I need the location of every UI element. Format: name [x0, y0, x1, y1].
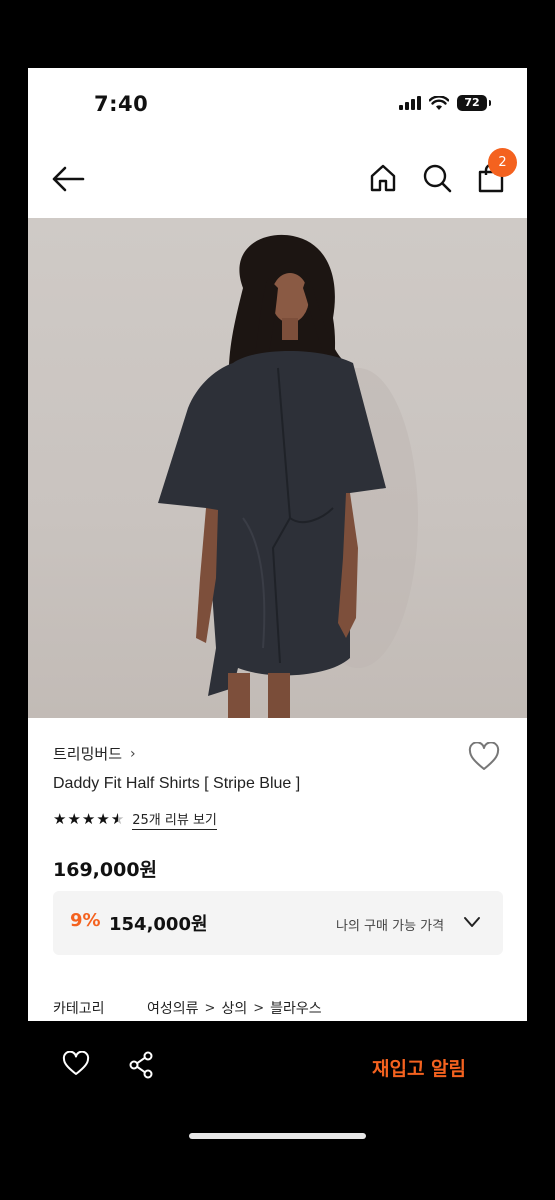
product-title: Daddy Fit Half Shirts [ Stripe Blue ]	[53, 775, 301, 792]
home-icon[interactable]	[368, 162, 398, 194]
brand-name: 트리밍버드	[53, 745, 123, 763]
home-indicator[interactable]	[189, 1133, 366, 1139]
back-arrow-icon[interactable]	[50, 164, 86, 194]
status-bar: 7:40 72	[28, 68, 527, 140]
category-breadcrumb: 여성의류 > 상의 > 블라우스	[147, 998, 322, 1018]
product-photo[interactable]	[28, 218, 527, 718]
rating-row: ★ ★ ★ ★ ★ 25개 리뷰 보기	[53, 809, 217, 830]
original-price: 169,000원	[53, 859, 158, 881]
my-price-panel[interactable]: 9% 154,000원 나의 구매 가능 가격	[53, 891, 503, 955]
star-half-icon: ★	[111, 812, 124, 828]
category-level-2[interactable]: 상의	[221, 998, 247, 1018]
discount-percent: 9%	[70, 910, 101, 931]
star-icon: ★	[96, 810, 110, 828]
category-level-1[interactable]: 여성의류	[147, 998, 199, 1018]
chevron-right-icon: ›	[130, 745, 136, 762]
discount-price: 154,000원	[109, 914, 208, 935]
chevron-down-icon[interactable]	[463, 915, 481, 929]
restock-alert-button[interactable]: 재입고 알림	[372, 1054, 466, 1081]
category-level-3[interactable]: 블라우스	[270, 998, 322, 1018]
status-time: 7:40	[94, 92, 149, 116]
reviews-link[interactable]: 25개 리뷰 보기	[132, 809, 217, 830]
app-screen: 7:40 72 2 트리밍버드 › Daddy Fit Half Shirts …	[28, 68, 527, 1021]
product-photo-illustration	[158, 234, 418, 718]
star-icon: ★	[67, 810, 81, 828]
my-price-label: 나의 구매 가능 가격	[336, 919, 445, 934]
category-row: 카테고리 여성의류 > 상의 > 블라우스	[53, 998, 322, 1018]
breadcrumb-separator: >	[204, 1000, 216, 1016]
battery-icon: 72	[457, 95, 491, 111]
cart-count-badge: 2	[488, 148, 517, 177]
top-nav	[28, 140, 527, 218]
search-icon[interactable]	[421, 162, 453, 194]
wifi-icon	[429, 95, 449, 110]
brand-link[interactable]: 트리밍버드 ›	[53, 743, 136, 764]
breadcrumb-separator: >	[253, 1000, 265, 1016]
signal-icon	[399, 96, 421, 110]
share-icon[interactable]	[128, 1051, 154, 1079]
rating-stars: ★ ★ ★ ★ ★	[53, 810, 124, 828]
category-label: 카테고리	[53, 1001, 105, 1017]
star-icon: ★	[81, 810, 96, 828]
star-icon: ★	[53, 810, 67, 828]
bottom-action-bar: 재입고 알림	[0, 1021, 555, 1200]
heart-icon[interactable]	[62, 1051, 90, 1077]
wishlist-heart-icon[interactable]	[468, 742, 500, 772]
status-icons: 72	[399, 95, 491, 111]
